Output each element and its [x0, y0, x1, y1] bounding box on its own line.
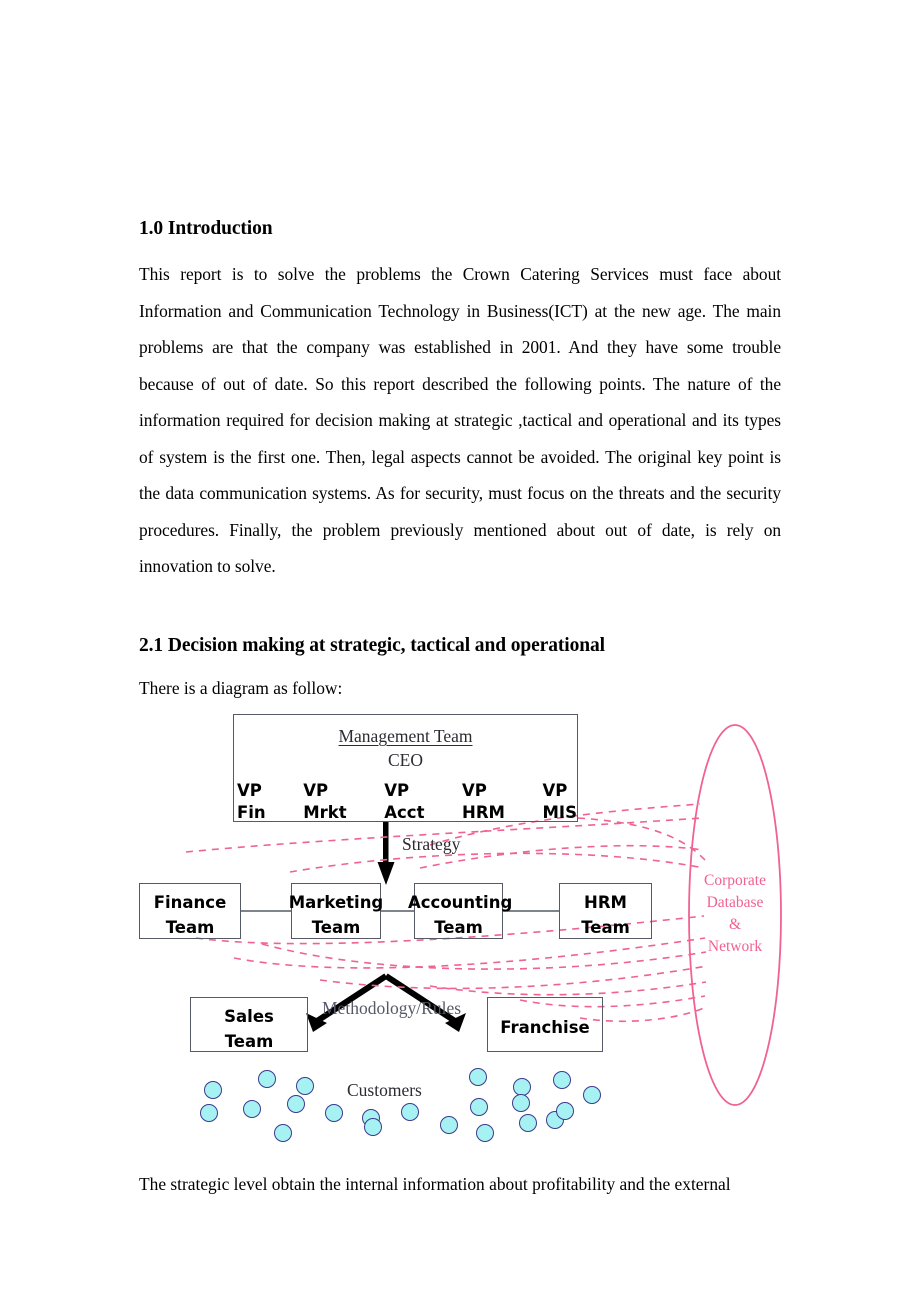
strategy-label: Strategy — [402, 834, 461, 854]
finance-team-line2: Team — [165, 918, 215, 937]
customer-dot — [401, 1103, 419, 1121]
customer-dot — [364, 1118, 382, 1136]
section-heading-decision-making: 2.1 Decision making at strategic, tactic… — [139, 634, 605, 656]
hrm-team-line2: Team — [581, 918, 630, 937]
marketing-team-label: Marketing Team — [286, 890, 386, 940]
vp-finance-line2: Fin — [237, 803, 266, 822]
customer-dot — [470, 1098, 488, 1116]
customer-dot — [519, 1114, 537, 1132]
vp-accounting-line2: Acct — [384, 803, 425, 822]
customer-dot — [274, 1124, 292, 1142]
introduction-paragraph: This report is to solve the problems the… — [139, 264, 781, 576]
customer-dot — [200, 1104, 218, 1122]
accounting-team-line2: Team — [434, 918, 483, 937]
closing-paragraph: The strategic level obtain the internal … — [139, 1174, 731, 1194]
vp-mis-line1: VP — [542, 781, 568, 800]
customer-dot — [512, 1094, 530, 1112]
vp-mis-line2: MIS — [542, 803, 577, 822]
vp-marketing-line2: Mrkt — [303, 803, 347, 822]
datastore-line3: & — [728, 916, 742, 933]
customer-dot — [556, 1102, 574, 1120]
customer-dot — [243, 1100, 261, 1118]
strategy-arrow — [377, 822, 395, 885]
vp-marketing: VP Mrkt — [303, 780, 346, 824]
datastore-line4: Network — [707, 938, 763, 955]
document-page: 1.0 Introduction This report is to solve… — [0, 0, 920, 1302]
document-body: 1.0 Introduction This report is to solve… — [139, 218, 781, 706]
accounting-team-label: Accounting Team — [408, 890, 513, 940]
accounting-team-line1: Accounting — [408, 893, 513, 912]
customer-dot — [287, 1095, 305, 1113]
vp-finance-line1: VP — [237, 781, 262, 800]
sales-team-label: Sales Team — [190, 1004, 308, 1054]
corporate-database-label: Corporate Database & Network — [692, 870, 778, 958]
management-team-title: Management Team — [338, 726, 473, 746]
management-team-ceo: CEO — [388, 750, 423, 770]
organisation-diagram: Management Team CEO VP Fin VP Mrkt VP Acct … — [0, 700, 920, 1150]
customer-dot — [469, 1068, 487, 1086]
sales-team-line1: Sales — [224, 1007, 274, 1026]
marketing-team-line1: Marketing — [288, 893, 384, 912]
customer-dot — [204, 1081, 222, 1099]
customers-label: Customers — [347, 1080, 422, 1100]
finance-team-line1: Finance — [153, 893, 227, 912]
vp-hrm-line1: VP — [462, 781, 487, 800]
sales-team-line2: Team — [224, 1032, 274, 1051]
customer-dot — [553, 1071, 571, 1089]
customer-dot — [296, 1077, 314, 1095]
hrm-team-label: HRM Team — [559, 890, 652, 940]
vp-accounting-line1: VP — [384, 781, 410, 800]
datastore-line2: Database — [706, 894, 764, 911]
franchise-label: Franchise — [500, 1018, 590, 1037]
vp-mis: VP MIS — [543, 780, 577, 824]
methodology-rules-label: Methodology/Rules — [322, 998, 462, 1018]
vp-accounting: VP Acct — [384, 780, 424, 824]
finance-team-label: Finance Team — [139, 890, 241, 940]
datastore-line1: Corporate — [704, 872, 766, 889]
section-heading-introduction: 1.0 Introduction — [139, 218, 273, 239]
customer-dot — [583, 1086, 601, 1104]
vp-row: VP Fin VP Mrkt VP Acct VP HRM VP MIS — [237, 780, 577, 824]
customer-dot — [325, 1104, 343, 1122]
vp-hrm-line2: HRM — [462, 803, 505, 822]
closing-paragraph-wrap: The strategic level obtain the internal … — [139, 1166, 784, 1203]
vp-finance: VP Fin — [237, 780, 266, 824]
customer-dot — [440, 1116, 458, 1134]
vp-hrm: VP HRM — [462, 780, 505, 824]
vp-marketing-line1: VP — [303, 781, 329, 800]
customer-dot — [258, 1070, 276, 1088]
hrm-team-line1: HRM — [584, 893, 627, 912]
marketing-team-line2: Team — [311, 918, 361, 937]
customer-dot — [476, 1124, 494, 1142]
